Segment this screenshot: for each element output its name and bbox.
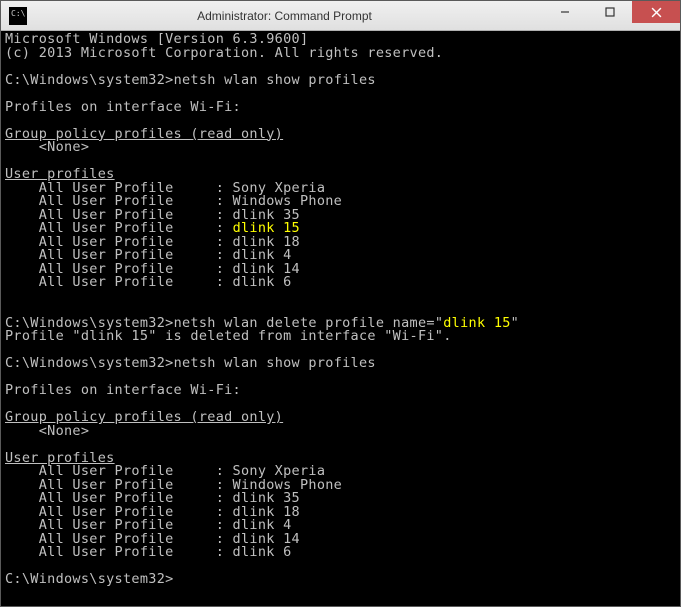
output-line: Profiles on interface Wi-Fi: (5, 101, 676, 115)
command-line: C:\Windows\system32>netsh wlan show prof… (5, 74, 676, 88)
titlebar[interactable]: Administrator: Command Prompt (1, 1, 680, 31)
terminal-output[interactable]: Microsoft Windows [Version 6.3.9600](c) … (1, 31, 680, 606)
prompt-line: C:\Windows\system32> (5, 573, 676, 587)
blank-line (5, 290, 676, 304)
section-header: Group policy profiles (read only) (5, 128, 676, 142)
command-prompt-window: Administrator: Command Prompt Microsoft … (0, 0, 681, 607)
minimize-button[interactable] (542, 1, 587, 23)
profile-line: All User Profile : dlink 6 (5, 276, 676, 290)
output-line: (c) 2013 Microsoft Corporation. All righ… (5, 47, 676, 61)
window-controls (542, 1, 680, 30)
output-line: Profiles on interface Wi-Fi: (5, 384, 676, 398)
output-line: <None> (5, 141, 676, 155)
app-icon (9, 7, 27, 25)
output-line: Profile "dlink 15" is deleted from inter… (5, 330, 676, 344)
section-header: Group policy profiles (read only) (5, 411, 676, 425)
window-title: Administrator: Command Prompt (27, 9, 542, 23)
output-line: <None> (5, 425, 676, 439)
maximize-button[interactable] (587, 1, 632, 23)
profile-line: All User Profile : dlink 6 (5, 546, 676, 560)
close-button[interactable] (632, 1, 680, 23)
command-line: C:\Windows\system32>netsh wlan show prof… (5, 357, 676, 371)
